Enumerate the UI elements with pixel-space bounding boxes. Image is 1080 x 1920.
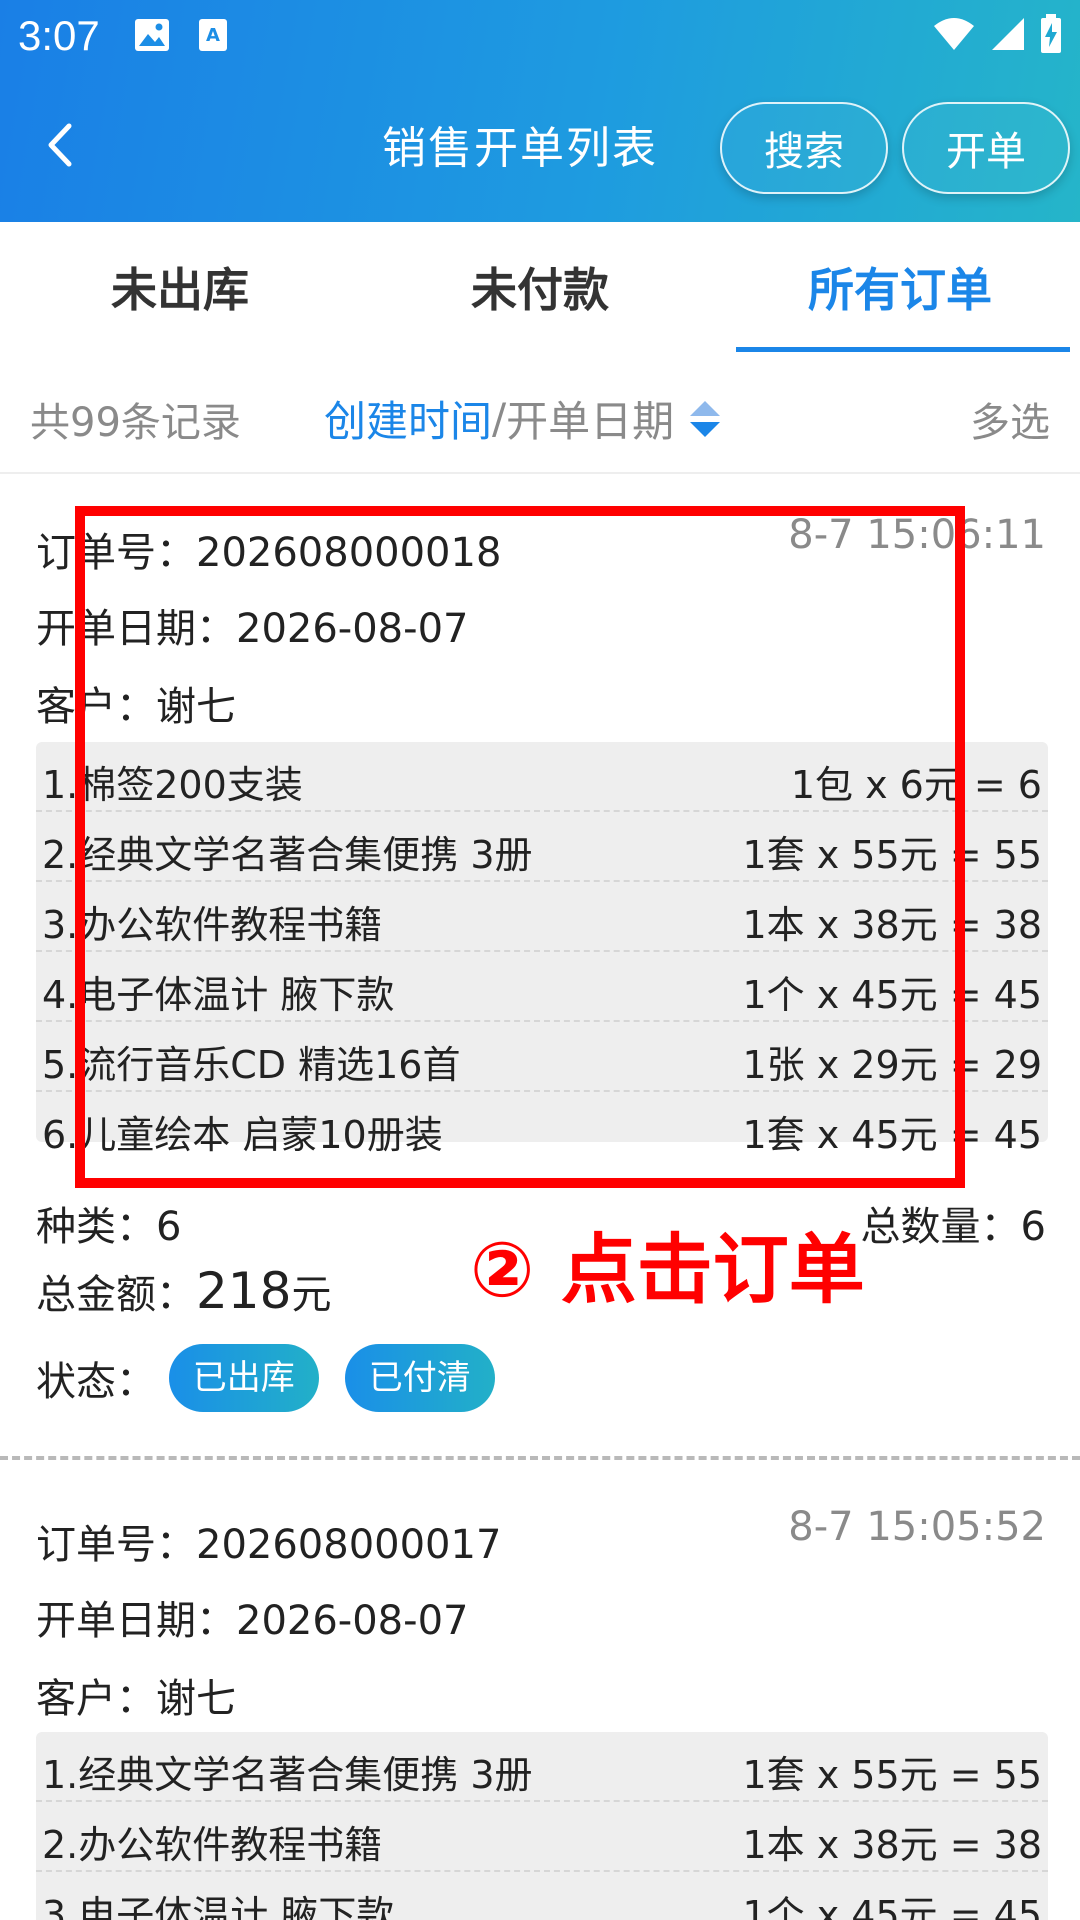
- tab-unpaid[interactable]: 未付款: [360, 222, 720, 352]
- open-date-label: 开单日期：: [36, 1598, 236, 1644]
- sort-created-time[interactable]: 创建时间: [324, 388, 492, 449]
- item-price: 1个 x 45元 = 45: [742, 1893, 1042, 1920]
- search-button[interactable]: 搜索: [720, 102, 888, 194]
- sort-toggle[interactable]: 创建时间 / 开单日期: [324, 388, 722, 449]
- total-amount-line: 总金额：218元: [36, 1262, 331, 1320]
- list-item: 2.办公软件教程书籍 1本 x 38元 = 38: [36, 1802, 1048, 1872]
- kinds-line: 种类：6: [36, 1194, 181, 1252]
- customer-label: 客户：: [36, 1676, 156, 1722]
- order-divider: [0, 1456, 1080, 1460]
- status-badge: 已付清: [344, 1344, 495, 1412]
- item-price: 1套 x 55元 = 55: [742, 1753, 1042, 1797]
- sort-open-date[interactable]: 开单日期: [506, 388, 674, 449]
- wifi-icon: [932, 16, 976, 56]
- total-quantity-label: 总数量：: [860, 1204, 1021, 1250]
- item-price: 1本 x 38元 = 38: [742, 1823, 1042, 1867]
- total-quantity-line: 总数量：6: [861, 1194, 1046, 1252]
- status-bar: 3:07 A: [0, 0, 1080, 72]
- order-number-label: 订单号：: [36, 1522, 196, 1568]
- annotation-highlight-box: [75, 506, 965, 1188]
- tab-bar: 未出库 未付款 所有订单: [0, 222, 1080, 352]
- signal-icon: [990, 16, 1026, 56]
- kinds-value: 6: [156, 1204, 182, 1250]
- order-number-line: 订单号：202608000017: [36, 1512, 501, 1570]
- list-item: 1.经典文学名著合集便携 3册 1套 x 55元 = 55: [36, 1732, 1048, 1802]
- accessibility-icon: A: [198, 18, 228, 56]
- image-icon: [134, 18, 170, 56]
- battery-charging-icon: [1040, 14, 1062, 58]
- open-date-line: 开单日期：2026-08-07: [36, 1588, 468, 1646]
- total-quantity-value: 6: [1020, 1204, 1046, 1250]
- status-badge: 已出库: [168, 1344, 319, 1412]
- svg-text:A: A: [206, 25, 220, 46]
- order-created-time: 8-7 15:05:52: [788, 1504, 1046, 1550]
- status-line: 状态： 已出库 已付清: [36, 1344, 521, 1412]
- multi-select-button[interactable]: 多选: [970, 390, 1050, 448]
- customer-name: 谢七: [156, 1676, 236, 1722]
- order-items: 1.经典文学名著合集便携 3册 1套 x 55元 = 55 2.办公软件教程书籍…: [36, 1732, 1048, 1920]
- customer-line: 客户：谢七: [36, 1666, 236, 1724]
- currency-unit: 元: [291, 1272, 332, 1318]
- status-label: 状态：: [36, 1359, 156, 1405]
- app-header: 3:07 A 销售开单列表 搜索 开单: [0, 0, 1080, 222]
- tab-all-orders[interactable]: 所有订单: [720, 222, 1080, 352]
- total-amount-value: 218: [196, 1262, 292, 1320]
- new-order-button[interactable]: 开单: [902, 102, 1070, 194]
- sort-arrows-icon: [688, 399, 722, 439]
- status-time: 3:07: [18, 12, 100, 59]
- sort-separator: /: [492, 394, 507, 443]
- open-date: 2026-08-07: [236, 1598, 469, 1644]
- record-count: 共99条记录: [30, 400, 241, 446]
- item-name: 2.办公软件教程书籍: [42, 1823, 383, 1867]
- order-card[interactable]: 订单号：202608000017 8-7 15:05:52 开单日期：2026-…: [0, 1464, 1080, 1920]
- annotation-label: ② 点击订单: [470, 1225, 865, 1314]
- kinds-label: 种类：: [36, 1204, 156, 1250]
- list-item: 3.电子体温计 腋下款 1个 x 45元 = 45: [36, 1872, 1048, 1920]
- total-amount-label: 总金额：: [36, 1272, 196, 1318]
- nav-bar: 销售开单列表 搜索 开单: [0, 90, 1080, 200]
- item-name: 1.经典文学名著合集便携 3册: [42, 1753, 533, 1797]
- sort-bar: 共99条记录 创建时间 / 开单日期 多选: [0, 364, 1080, 474]
- tab-not-shipped[interactable]: 未出库: [0, 222, 360, 352]
- order-number: 202608000017: [196, 1522, 502, 1568]
- item-name: 3.电子体温计 腋下款: [42, 1893, 395, 1920]
